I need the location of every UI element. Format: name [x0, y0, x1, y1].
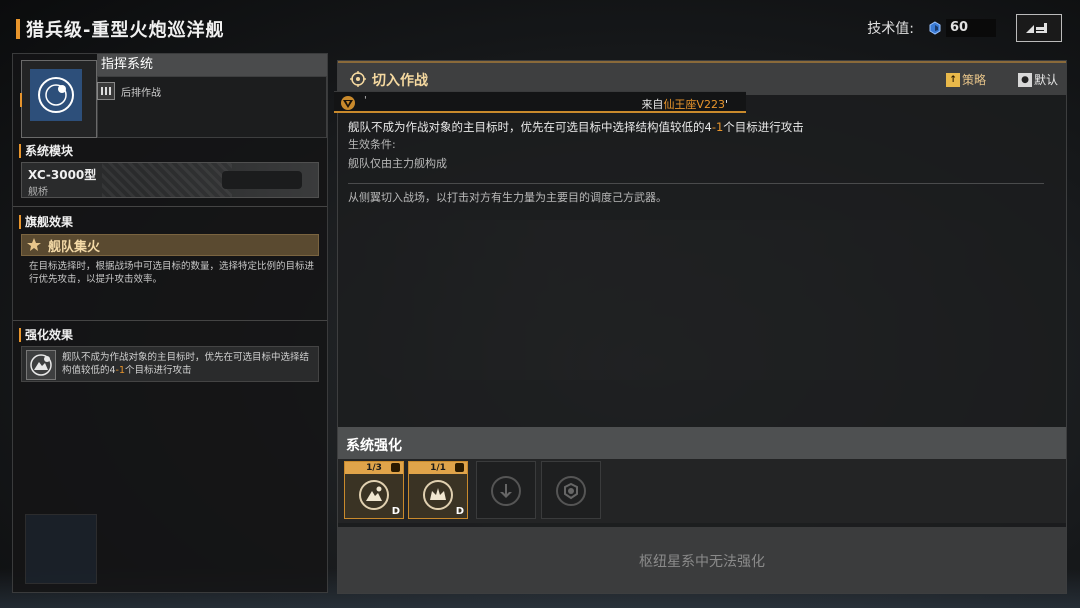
- slot-count-text: 1/3: [366, 463, 382, 473]
- flagship-effect-desc: 在目标选择时，根据战场中可选目标的数量，选择特定比例的目标进行优先攻击，以提升攻…: [29, 261, 315, 285]
- header-accent-line: [338, 61, 1066, 63]
- flagship-section-heading: 旗舰效果: [19, 215, 73, 229]
- flavor-text: 从侧翼切入战场，以打击对方有生力量为主要目的调度己方武器。: [348, 191, 667, 204]
- crown-emblem-icon: [423, 480, 453, 510]
- command-icon-frame: [30, 69, 82, 121]
- enhance-slot-2[interactable]: 1/1 D: [408, 461, 468, 519]
- anchor-emblem-icon: [491, 476, 521, 506]
- enhance-section-heading: 强化效果: [19, 328, 73, 342]
- tech-label: 技术值:: [867, 21, 914, 37]
- source-suffix: ': [724, 98, 728, 111]
- module-stripes: [102, 163, 232, 197]
- right-panel: 切入作战 ↑ 策略 ● 默认 ' 来自仙王座V223' 舰队不成为作战对象的主目…: [334, 60, 1067, 594]
- slot-grade: D: [455, 506, 464, 517]
- mountain-emblem-icon: [359, 480, 389, 510]
- enhance-text-highlight: -1: [115, 365, 126, 376]
- faded-background-card: [25, 514, 315, 584]
- desc-part: 个目标进行攻击: [723, 120, 804, 134]
- condition-label: 生效条件:: [348, 138, 396, 151]
- tech-crystal-icon: [929, 21, 941, 35]
- source-quote: ': [364, 95, 367, 106]
- command-accent: [20, 93, 22, 107]
- enhance-slot-3[interactable]: [476, 461, 536, 519]
- slot-count-text: 1/1: [430, 463, 446, 473]
- tech-value: 60: [946, 19, 996, 37]
- left-panel: 指挥系统 后排作战 系统模块 XC-3000型 舰桥 旗舰效果 舰队集火 在目标…: [12, 53, 328, 593]
- source-name: 仙王座V223: [663, 98, 725, 111]
- condition-text: 舰队仅由主力舰构成: [348, 157, 447, 170]
- command-subtitle-row: 后排作战: [97, 82, 161, 100]
- page-title: 猎兵级-重型火炮巡洋舰: [26, 20, 225, 41]
- faded-icon: [25, 514, 97, 584]
- command-subtitle: 后排作战: [121, 87, 161, 99]
- radar-icon: [38, 77, 74, 113]
- default-button[interactable]: ● 默认: [1018, 72, 1058, 87]
- enhance-slots: 1/3 D 1/1 D: [338, 459, 1066, 523]
- module-card[interactable]: XC-3000型 舰桥: [21, 162, 319, 198]
- desc-part: 舰队不成为作战对象的主目标时，优先在可选目标中选择结构值较低的4: [348, 120, 712, 134]
- enhance-emblem-icon: [26, 350, 56, 380]
- faction-emblem-icon: [341, 96, 355, 110]
- no-enhance-text: 枢纽星系中无法强化: [639, 554, 765, 570]
- enhance-slot-4[interactable]: [541, 461, 601, 519]
- module-section-heading: 系统模块: [19, 144, 73, 158]
- top-bar: 猎兵级-重型火炮巡洋舰 技术值: 60: [0, 0, 1080, 56]
- strategy-icon: ↑: [946, 72, 960, 87]
- enhance-effect-card: 舰队不成为作战对象的主目标时，优先在可选目标中选择结构值较低的4-1个目标进行攻…: [21, 346, 319, 382]
- back-arrow-icon: [1026, 23, 1047, 33]
- flagship-effect-name: 舰队集火: [48, 239, 101, 255]
- enhance-text-part: 个目标进行攻击: [125, 365, 192, 376]
- tactic-header: 切入作战 ↑ 策略 ● 默认: [338, 61, 1066, 95]
- back-button[interactable]: [1016, 14, 1062, 42]
- slot-lock-icon: [455, 463, 464, 472]
- slot-count: 1/1: [409, 462, 467, 474]
- desc-highlight: -1: [711, 120, 724, 134]
- system-enhance-title: 系统强化: [346, 438, 402, 454]
- system-enhance-header: 系统强化: [338, 427, 1066, 459]
- source-bar: ' 来自仙王座V223': [334, 91, 746, 113]
- default-label: 默认: [1034, 73, 1059, 87]
- divider: [348, 183, 1044, 184]
- slot-count: 1/3: [345, 462, 403, 474]
- enhance-slot-1[interactable]: 1/3 D: [344, 461, 404, 519]
- enhance-effect-text: 舰队不成为作战对象的主目标时，优先在可选目标中选择结构值较低的4-1个目标进行攻…: [62, 351, 316, 377]
- tactic-description: 舰队不成为作战对象的主目标时，优先在可选目标中选择结构值较低的4-1个目标进行攻…: [348, 119, 804, 135]
- source-text: 来自仙王座V223': [641, 96, 728, 112]
- flagship-effect-bar: 舰队集火: [21, 234, 319, 256]
- module-type: 舰桥: [28, 187, 48, 198]
- slot-lock-icon: [391, 463, 400, 472]
- source-prefix: 来自: [641, 98, 664, 111]
- command-system-title: 指挥系统: [97, 54, 327, 76]
- hexagon-emblem-icon: [556, 476, 586, 506]
- crosshair-icon: [350, 71, 366, 87]
- strategy-label: 策略: [962, 73, 987, 87]
- divider: [13, 320, 327, 321]
- strategy-button[interactable]: ↑ 策略: [946, 72, 986, 87]
- title-block: 猎兵级-重型火炮巡洋舰: [16, 16, 224, 42]
- fleet-fire-icon: [27, 238, 41, 251]
- command-system-slot[interactable]: [20, 60, 97, 138]
- tech-value-display: 技术值: 60: [867, 18, 996, 38]
- default-icon: ●: [1018, 72, 1032, 87]
- no-enhance-panel: 枢纽星系中无法强化: [338, 527, 1066, 593]
- rear-line-icon: [97, 82, 115, 100]
- module-name: XC-3000型: [28, 168, 97, 182]
- title-accent-bar: [16, 19, 20, 39]
- slot-grade: D: [391, 506, 400, 517]
- module-art: [222, 171, 302, 189]
- divider: [13, 206, 327, 207]
- tactic-title: 切入作战: [372, 73, 428, 89]
